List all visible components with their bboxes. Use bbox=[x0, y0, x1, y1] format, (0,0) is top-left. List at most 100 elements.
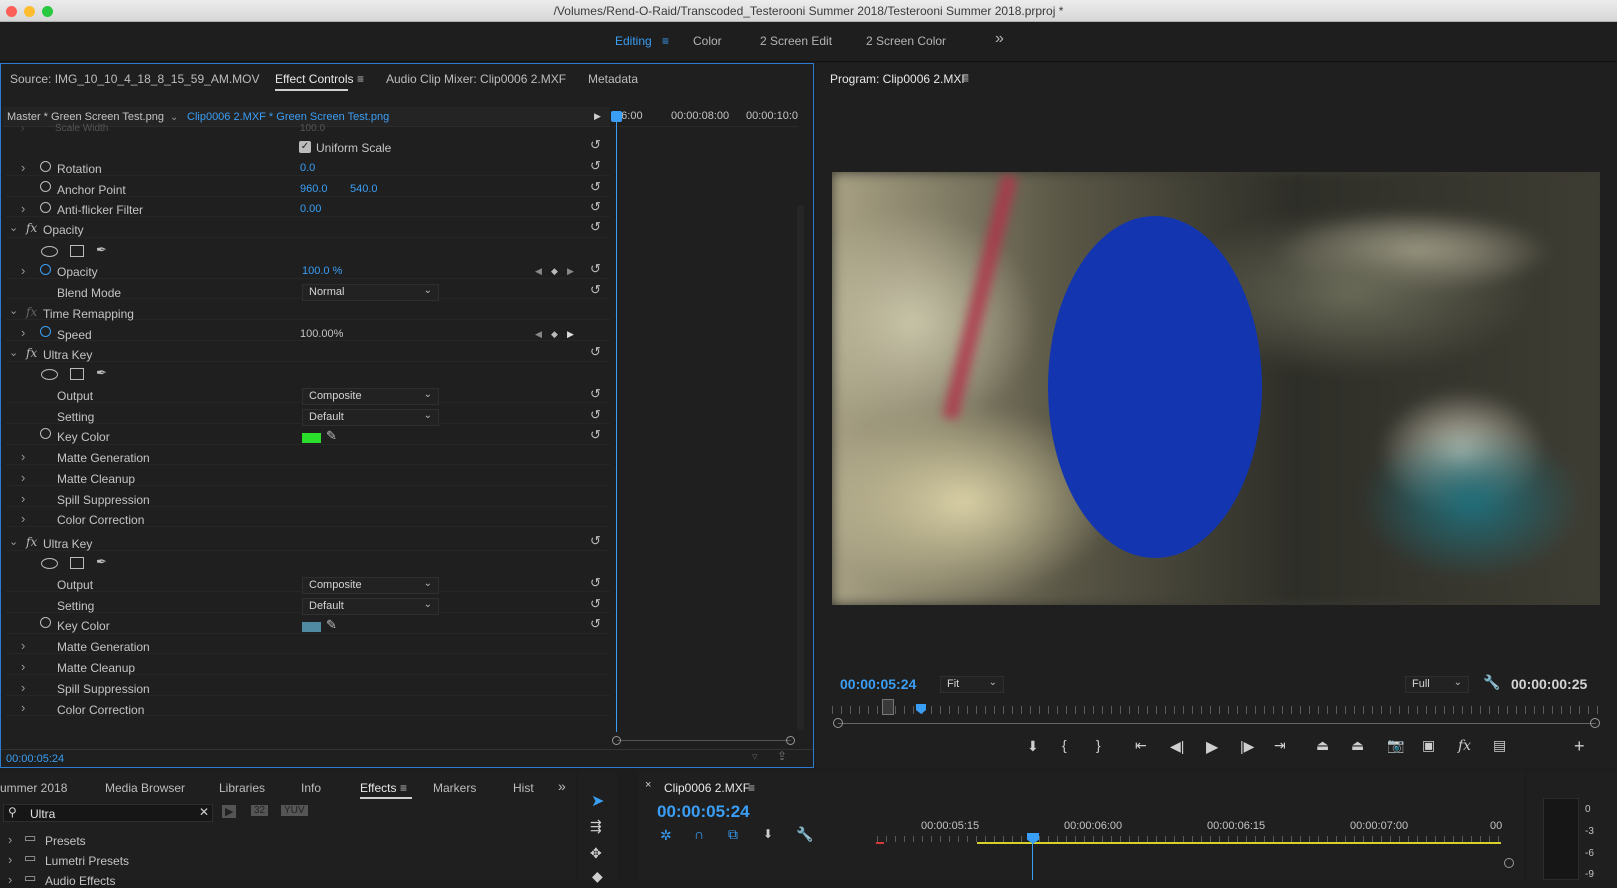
reset-icon[interactable]: ↺ bbox=[590, 179, 601, 195]
speed-value[interactable]: 100.00% bbox=[300, 328, 343, 340]
multi-camera-icon[interactable]: ▤ bbox=[1493, 737, 1506, 754]
work-area-bar[interactable] bbox=[977, 842, 1501, 844]
track-select-tool-icon[interactable]: ⇶ bbox=[590, 818, 602, 835]
panel-menu-icon[interactable]: ≡ bbox=[400, 781, 407, 795]
ripple-edit-tool-icon[interactable]: ✥ bbox=[590, 845, 602, 862]
navigator-handle-right[interactable] bbox=[1590, 718, 1600, 728]
ellipse-mask-icon[interactable] bbox=[41, 369, 58, 380]
workspace-editing[interactable]: Editing bbox=[615, 34, 652, 48]
nest-toggle-icon[interactable]: ✲ bbox=[660, 827, 672, 844]
panel-menu-icon[interactable]: ≡ bbox=[357, 72, 364, 86]
color-correction-label[interactable]: Color Correction bbox=[57, 703, 144, 717]
playhead-handle[interactable] bbox=[611, 111, 622, 122]
matte-generation-label[interactable]: Matte Generation bbox=[57, 451, 150, 465]
timeline-timecode[interactable]: 00:00:05:24 bbox=[657, 802, 750, 822]
step-back-icon[interactable]: ◀| bbox=[1170, 738, 1184, 755]
pen-mask-icon[interactable]: ✒ bbox=[96, 554, 107, 570]
eyedropper-icon[interactable]: ✎ bbox=[326, 428, 337, 444]
key-color-swatch[interactable] bbox=[302, 622, 321, 632]
chevron-right-icon[interactable]: › bbox=[21, 700, 25, 715]
stopwatch-icon[interactable] bbox=[40, 264, 51, 275]
comparison-view-icon[interactable]: ▣ bbox=[1422, 737, 1435, 754]
stopwatch-icon[interactable] bbox=[40, 181, 51, 192]
go-to-out-icon[interactable]: ⇥ bbox=[1274, 737, 1286, 754]
anchor-y-value[interactable]: 540.0 bbox=[350, 183, 378, 195]
reset-icon[interactable]: ↺ bbox=[590, 427, 601, 443]
reset-icon[interactable]: ↺ bbox=[590, 261, 601, 277]
workspace-2-screen-color[interactable]: 2 Screen Color bbox=[866, 34, 946, 48]
linked-selection-icon[interactable]: ⧉ bbox=[728, 826, 738, 843]
snap-icon[interactable]: ∩ bbox=[694, 826, 704, 842]
chevron-right-icon[interactable]: › bbox=[21, 160, 25, 175]
stopwatch-icon[interactable] bbox=[40, 326, 51, 337]
chevron-down-icon[interactable]: ⌄ bbox=[9, 535, 18, 548]
pen-mask-icon[interactable]: ✒ bbox=[96, 365, 107, 381]
tab-audio-clip-mixer[interactable]: Audio Clip Mixer: Clip0006 2.MXF bbox=[386, 72, 566, 86]
navigator-handle-left[interactable] bbox=[833, 718, 843, 728]
clear-search-icon[interactable]: ✕ bbox=[199, 805, 209, 819]
tab-markers[interactable]: Markers bbox=[433, 781, 476, 795]
fx-icon[interactable]: fx bbox=[1458, 738, 1471, 754]
chevron-right-icon[interactable]: › bbox=[21, 638, 25, 653]
tab-info[interactable]: Info bbox=[301, 781, 321, 795]
master-clip-label[interactable]: Master * Green Screen Test.png bbox=[7, 111, 164, 123]
step-forward-icon[interactable]: |▶ bbox=[1240, 738, 1254, 755]
program-monitor-title[interactable]: Program: Clip0006 2.MXF bbox=[830, 72, 969, 86]
uniform-scale-checkbox[interactable]: ✓ bbox=[299, 141, 311, 153]
matte-cleanup-label[interactable]: Matte Cleanup bbox=[57, 661, 135, 675]
reset-icon[interactable]: ↺ bbox=[590, 407, 601, 423]
zoom-scrollbar[interactable] bbox=[617, 740, 791, 741]
tab-libraries[interactable]: Libraries bbox=[219, 781, 265, 795]
timeline-settings-icon[interactable]: 🔧 bbox=[796, 826, 813, 843]
fx-icon[interactable]: fx bbox=[26, 221, 37, 235]
reset-icon[interactable]: ↺ bbox=[590, 137, 601, 153]
lift-icon[interactable]: ⏏ bbox=[1316, 737, 1329, 754]
tab-project[interactable]: ummer 2018 bbox=[0, 781, 67, 795]
ellipse-mask-icon[interactable] bbox=[41, 246, 58, 257]
prev-keyframe-icon[interactable]: ◀ bbox=[535, 329, 542, 340]
tab-history[interactable]: Hist bbox=[513, 781, 534, 795]
accelerated-effects-icon[interactable]: ▶ bbox=[222, 805, 237, 818]
color-correction-label[interactable]: Color Correction bbox=[57, 513, 144, 527]
panel-menu-icon[interactable]: ≡ bbox=[748, 781, 755, 795]
add-marker-icon[interactable]: ⬇ bbox=[1027, 738, 1039, 755]
mark-in-icon[interactable]: { bbox=[1062, 737, 1067, 753]
pen-mask-icon[interactable]: ✒ bbox=[96, 242, 107, 258]
prev-keyframe-icon[interactable]: ◀ bbox=[535, 266, 542, 277]
chevron-down-icon[interactable]: ⌄ bbox=[9, 221, 18, 234]
in-out-range[interactable] bbox=[882, 699, 894, 715]
add-keyframe-icon[interactable]: ◆ bbox=[551, 266, 558, 277]
go-to-in-icon[interactable]: ⇤ bbox=[1135, 737, 1147, 754]
zoom-handle-left[interactable] bbox=[612, 736, 621, 745]
stopwatch-icon[interactable] bbox=[40, 428, 51, 439]
rectangle-mask-icon[interactable] bbox=[70, 557, 84, 569]
chevron-right-icon[interactable]: › bbox=[21, 491, 25, 506]
razor-tool-icon[interactable]: ◆ bbox=[592, 868, 603, 885]
chevron-down-icon[interactable]: ⌄ bbox=[9, 346, 18, 359]
more-tabs-icon[interactable]: » bbox=[558, 778, 566, 794]
reset-icon[interactable]: ↺ bbox=[590, 158, 601, 174]
tab-source[interactable]: Source: IMG_10_10_4_18_8_15_59_AM.MOV bbox=[10, 72, 260, 86]
effects-folder-item[interactable]: Lumetri Presets bbox=[45, 854, 129, 868]
reset-icon[interactable]: ↺ bbox=[590, 533, 601, 549]
rectangle-mask-icon[interactable] bbox=[70, 368, 84, 380]
spill-suppression-label[interactable]: Spill Suppression bbox=[57, 682, 150, 696]
workspace-menu-icon[interactable]: ≡ bbox=[662, 34, 669, 48]
current-time[interactable]: 00:00:05:24 bbox=[6, 753, 64, 765]
play-only-audio-icon[interactable]: ▶ bbox=[594, 111, 601, 122]
workspace-color[interactable]: Color bbox=[693, 34, 722, 48]
mark-out-icon[interactable]: } bbox=[1096, 737, 1101, 753]
reset-icon[interactable]: ↺ bbox=[590, 219, 601, 235]
export-frame-icon[interactable]: 📷 bbox=[1387, 737, 1404, 754]
reset-icon[interactable]: ↺ bbox=[590, 386, 601, 402]
matte-generation-label[interactable]: Matte Generation bbox=[57, 640, 150, 654]
sequence-tab[interactable]: Clip0006 2.MXF bbox=[664, 781, 750, 795]
filter-icon[interactable]: ▿ bbox=[752, 750, 758, 763]
tab-metadata[interactable]: Metadata bbox=[588, 72, 638, 86]
reset-icon[interactable]: ↺ bbox=[590, 282, 601, 298]
tab-effects[interactable]: Effects bbox=[360, 781, 396, 795]
rectangle-mask-icon[interactable] bbox=[70, 245, 84, 257]
spill-suppression-label[interactable]: Spill Suppression bbox=[57, 493, 150, 507]
chevron-right-icon[interactable]: › bbox=[21, 680, 25, 695]
zoom-handle-right[interactable] bbox=[786, 736, 795, 745]
